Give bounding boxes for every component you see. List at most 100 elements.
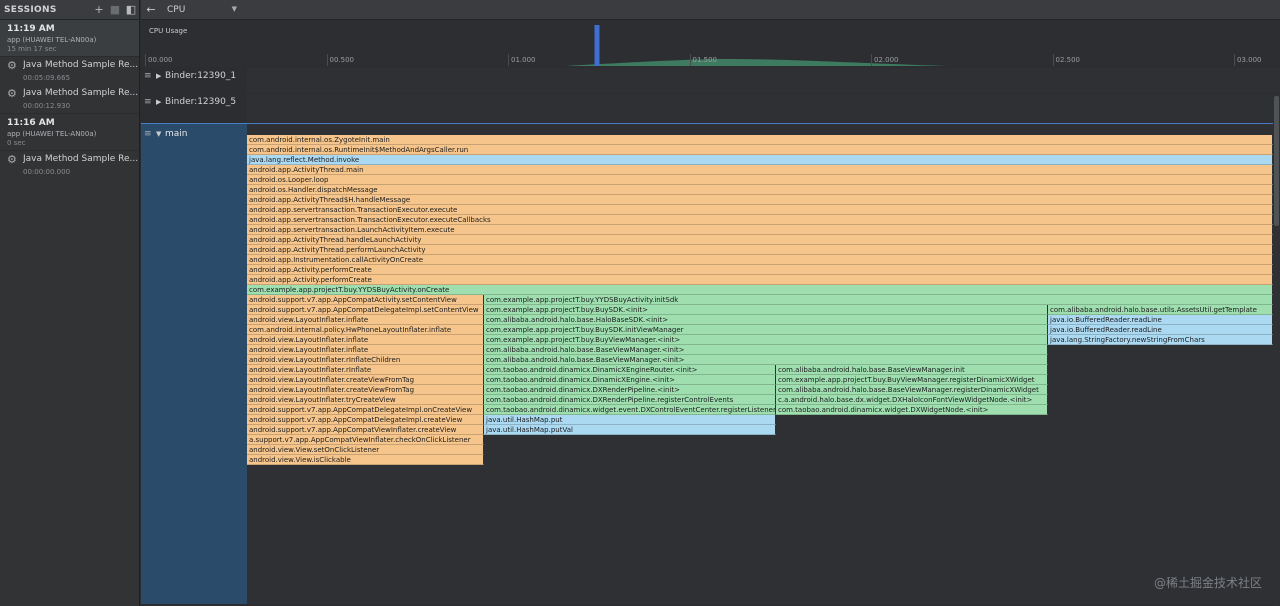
flame-frame[interactable]: android.app.Instrumentation.callActivity… [247,255,1273,265]
drag-handle-icon[interactable]: ≡ [144,129,156,139]
flame-frame[interactable]: android.view.View.isClickable [247,455,484,465]
recording-item[interactable]: ⚙ Java Method Sample Re... 00:00:00.000 [0,151,139,179]
cpu-usage-timeline[interactable]: CPU Usage 00.000 00.500 01.000 01.500 02.000… [141,21,1280,67]
flame-frame[interactable]: java.io.BufferedReader.readLine [1048,325,1273,335]
flame-frame[interactable]: android.view.LayoutInflater.inflate [247,315,484,325]
flame-frame[interactable]: com.alibaba.android.halo.base.BaseViewMa… [484,355,1048,365]
flame-frame[interactable]: java.io.BufferedReader.readLine [1048,315,1273,325]
recording-name: Java Method Sample Re... [23,88,138,98]
flame-frame[interactable]: com.example.app.projectT.buy.BuyViewMana… [776,375,1048,385]
flame-frame[interactable]: android.app.ActivityThread.handleLaunchA… [247,235,1273,245]
recording-item[interactable]: ⚙ Java Method Sample Re... 00:00:12.930 [0,85,139,113]
flame-frame[interactable]: com.taobao.android.dinamicx.widget.event… [484,405,776,415]
flame-frame[interactable]: android.app.servertransaction.Transactio… [247,205,1273,215]
flame-frame[interactable]: com.example.app.projectT.buy.BuySDK.init… [484,325,1048,335]
flame-frame[interactable]: android.os.Looper.loop [247,175,1273,185]
flame-frame[interactable]: java.util.HashMap.put [484,415,776,425]
recording-item[interactable]: ⚙ Java Method Sample Re... 00:05:09.665 [0,57,139,85]
flame-frame[interactable]: android.support.v7.app.AppCompatViewInfl… [247,425,484,435]
back-arrow-icon[interactable]: ← [143,3,159,16]
toggle-layout-icon[interactable]: ◧ [123,3,139,16]
cpu-selection-marker[interactable] [594,25,600,66]
flame-frame[interactable]: com.android.internal.os.ZygoteInit.main [247,135,1273,145]
session-time: 11:16 AM [7,118,55,128]
collapse-icon[interactable]: ▼ [156,130,165,138]
time-tick-label: 02.500 [1055,56,1081,64]
flame-frame[interactable]: java.lang.StringFactory.newStringFromCha… [1048,335,1273,345]
flame-frame[interactable]: android.app.Activity.performCreate [247,275,1273,285]
profiler-select[interactable]: CPU ▼ [167,5,237,15]
flame-frame[interactable]: com.example.app.projectT.buy.YYDSBuyActi… [247,285,1273,295]
flame-frame[interactable]: android.support.v7.app.AppCompatActivity… [247,295,484,305]
scrollbar-thumb[interactable] [1274,96,1279,226]
flame-frame[interactable]: com.alibaba.android.halo.base.HaloBaseSD… [484,315,1048,325]
flame-frame[interactable]: android.app.servertransaction.Transactio… [247,215,1273,225]
recording-name: Java Method Sample Re... [23,154,138,164]
flame-frame[interactable]: a.support.v7.app.AppCompatViewInflater.c… [247,435,484,445]
flame-frame[interactable]: android.app.ActivityThread.main [247,165,1273,175]
thread-label: ≡ ▼ main [141,124,247,604]
flame-frame[interactable]: android.app.ActivityThread$H.handleMessa… [247,195,1273,205]
stop-session-icon[interactable]: ■ [107,3,123,16]
recording-duration: 00:05:09.665 [23,74,71,82]
flame-frame[interactable]: com.taobao.android.dinamicx.DXRenderPipe… [484,395,776,405]
add-session-icon[interactable]: + [91,3,107,16]
session-time: 11:19 AM [7,24,55,34]
flame-frame[interactable]: android.support.v7.app.AppCompatDelegate… [247,415,484,425]
session-duration: 0 sec [7,139,26,147]
thread-label: ≡ ▶ Binder:12390_5 [141,94,247,122]
flame-frame[interactable]: android.view.View.setOnClickListener [247,445,484,455]
thread-name: main [165,129,188,139]
flame-frame[interactable]: java.util.HashMap.putVal [484,425,776,435]
flame-frame[interactable]: com.example.app.projectT.buy.BuyViewMana… [484,335,1048,345]
flame-frame[interactable]: java.lang.reflect.Method.invoke [247,155,1273,165]
flame-frame[interactable]: com.example.app.projectT.buy.BuySDK.<ini… [484,305,1048,315]
expand-icon[interactable]: ▶ [156,72,165,80]
flame-frame[interactable]: android.app.Activity.performCreate [247,265,1273,275]
thread-name: Binder:12390_5 [165,97,237,107]
thread-row-binder-5[interactable]: ≡ ▶ Binder:12390_5 [141,94,1280,122]
flame-frame[interactable]: com.alibaba.android.halo.base.BaseViewMa… [776,365,1048,375]
drag-handle-icon[interactable]: ≡ [144,71,156,81]
flame-frame[interactable]: android.view.LayoutInflater.createViewFr… [247,375,484,385]
session-item[interactable]: 11:16 AM app (HUAWEI TEL-AN00a) 0 sec [0,113,139,151]
flame-frame[interactable]: android.app.ActivityThread.performLaunch… [247,245,1273,255]
flame-frame[interactable]: com.taobao.android.dinamicx.widget.DXWid… [776,405,1048,415]
recording-name: Java Method Sample Re... [23,60,138,70]
drag-handle-icon[interactable]: ≡ [144,97,156,107]
flame-frame[interactable]: com.android.internal.policy.HwPhoneLayou… [247,325,484,335]
flame-frame[interactable]: android.app.servertransaction.LaunchActi… [247,225,1273,235]
flame-frame[interactable]: com.alibaba.android.halo.base.BaseViewMa… [484,345,1048,355]
recording-duration: 00:00:00.000 [23,168,71,176]
time-tick [1234,54,1235,66]
flame-frame[interactable]: com.taobao.android.dinamicx.DinamicXEngi… [484,375,776,385]
flame-frame[interactable]: android.view.LayoutInflater.rInflateChil… [247,355,484,365]
flame-frame[interactable]: android.support.v7.app.AppCompatDelegate… [247,405,484,415]
session-app: app (HUAWEI TEL-AN00a) [7,130,97,138]
flame-frame[interactable]: android.view.LayoutInflater.rInflate [247,365,484,375]
recording-duration: 00:00:12.930 [23,102,71,110]
flame-chart[interactable]: com.android.internal.os.ZygoteInit.main c… [247,124,1273,604]
thread-row-main[interactable]: ≡ ▼ main com.android.internal.os.ZygoteI… [141,123,1273,604]
expand-icon[interactable]: ▶ [156,98,165,106]
profiler-select-value: CPU [167,4,186,15]
flame-frame[interactable]: com.alibaba.android.halo.base.BaseViewMa… [776,385,1048,395]
flame-frame[interactable]: com.alibaba.android.halo.base.utils.Asse… [1048,305,1273,315]
flame-frame[interactable]: c.a.android.halo.base.dx.widget.DXHaloIc… [776,395,1048,405]
time-tick [145,54,146,66]
flame-frame[interactable]: com.taobao.android.dinamicx.DXRenderPipe… [484,385,776,395]
flame-frame[interactable]: com.taobao.android.dinamicx.DinamicXEngi… [484,365,776,375]
flame-frame[interactable]: com.example.app.projectT.buy.YYDSBuyActi… [484,295,1273,305]
session-item[interactable]: 11:19 AM app (HUAWEI TEL-AN00a) 15 min 1… [0,20,139,57]
sessions-title: SESSIONS [4,4,57,15]
flame-frame[interactable]: android.view.LayoutInflater.createViewFr… [247,385,484,395]
flame-frame[interactable]: com.android.internal.os.RuntimeInit$Meth… [247,145,1273,155]
flame-frame[interactable]: android.view.LayoutInflater.inflate [247,335,484,345]
gear-icon: ⚙ [7,59,17,72]
thread-row-binder-1[interactable]: ≡ ▶ Binder:12390_1 [141,68,1280,93]
flame-frame[interactable]: android.view.LayoutInflater.inflate [247,345,484,355]
flame-frame[interactable]: android.support.v7.app.AppCompatDelegate… [247,305,484,315]
flame-frame[interactable]: android.view.LayoutInflater.tryCreateVie… [247,395,484,405]
flame-frame[interactable]: android.os.Handler.dispatchMessage [247,185,1273,195]
vertical-scrollbar[interactable] [1273,94,1280,606]
